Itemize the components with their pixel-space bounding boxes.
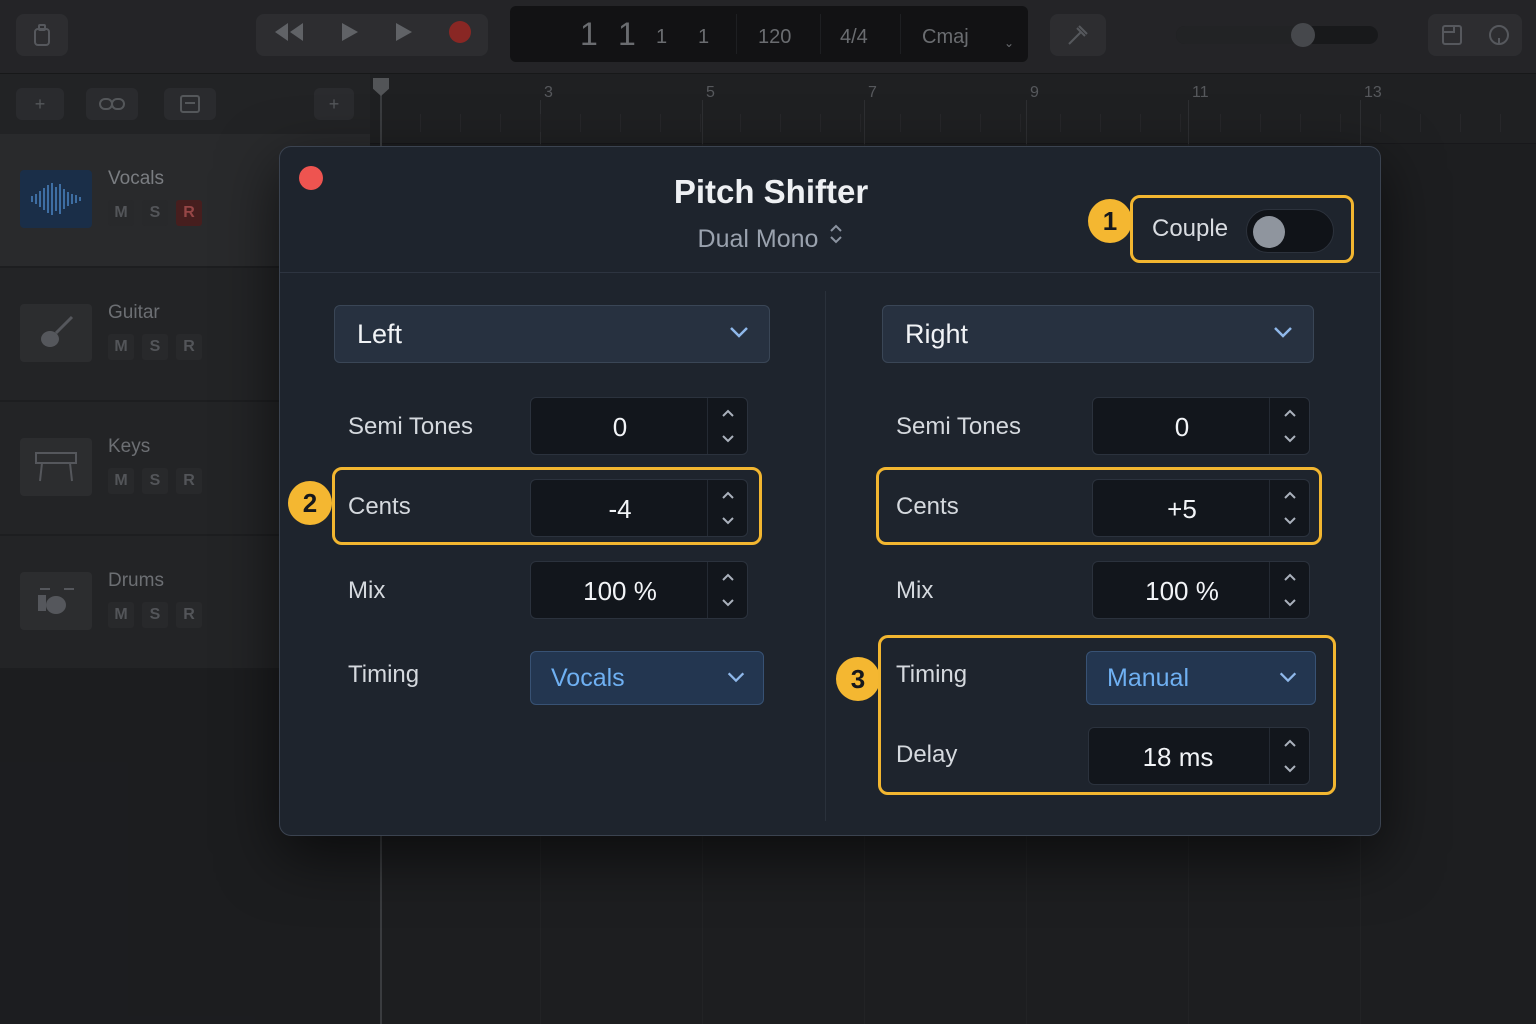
chevron-down-icon[interactable] [1282, 512, 1298, 528]
pitch-shifter-plugin-window: Pitch Shifter Dual Mono 1 Couple Left Se… [279, 146, 1381, 836]
mode-label: Dual Mono [697, 225, 819, 253]
chevron-down-icon[interactable] [720, 594, 736, 610]
chevron-up-icon[interactable] [1282, 570, 1298, 586]
updown-chevron-icon [828, 223, 844, 250]
chevron-up-icon[interactable] [720, 570, 736, 586]
callout-badge-1: 1 [1088, 199, 1132, 243]
left-mix-stepper[interactable]: 100 % [530, 561, 748, 619]
chevron-down-icon[interactable] [1282, 430, 1298, 446]
chevron-down-icon [730, 327, 748, 338]
left-cents-label: Cents [348, 493, 411, 520]
right-delay-value: 18 ms [1142, 742, 1214, 772]
left-timing-label: Timing [348, 661, 420, 688]
left-semi-tones-stepper[interactable]: 0 [530, 397, 748, 455]
right-channel-label: Right [905, 318, 969, 349]
right-cents-stepper[interactable]: +5 [1092, 479, 1310, 537]
chevron-up-icon[interactable] [1282, 736, 1298, 752]
chevron-up-icon[interactable] [1282, 406, 1298, 422]
left-channel-dropdown[interactable]: Left [334, 305, 770, 363]
chevron-down-icon[interactable] [720, 512, 736, 528]
toggle-knob [1253, 216, 1285, 248]
left-timing-dropdown[interactable]: Vocals [530, 651, 764, 705]
chevron-down-icon [1274, 327, 1292, 338]
right-delay-label: Delay [896, 741, 958, 768]
right-mix-stepper[interactable]: 100 % [1092, 561, 1310, 619]
chevron-down-icon[interactable] [720, 430, 736, 446]
stepper-arrows[interactable] [1269, 728, 1309, 784]
left-cents-value: -4 [608, 494, 632, 524]
stepper-arrows[interactable] [707, 398, 747, 454]
right-delay-stepper[interactable]: 18 ms [1088, 727, 1310, 785]
stepper-arrows[interactable] [707, 480, 747, 536]
stepper-arrows[interactable] [1269, 480, 1309, 536]
right-timing-value: Manual [1107, 663, 1189, 692]
right-mix-value: 100 % [1145, 576, 1219, 606]
right-timing-label: Timing [896, 661, 968, 688]
couple-label: Couple [1152, 215, 1229, 242]
chevron-down-icon[interactable] [1282, 760, 1298, 776]
right-semi-tones-label: Semi Tones [896, 413, 1021, 440]
left-mix-label: Mix [348, 577, 386, 604]
callout-badge-2: 2 [288, 481, 332, 525]
stepper-arrows[interactable] [1269, 398, 1309, 454]
left-cents-stepper[interactable]: -4 [530, 479, 748, 537]
column-divider [825, 291, 826, 821]
chevron-up-icon[interactable] [720, 406, 736, 422]
left-timing-value: Vocals [551, 663, 625, 692]
left-semi-tones-label: Semi Tones [348, 413, 473, 440]
couple-toggle[interactable] [1246, 209, 1334, 253]
left-channel-label: Left [357, 318, 403, 349]
right-cents-value: +5 [1167, 494, 1197, 524]
callout-badge-3: 3 [836, 657, 880, 701]
chevron-down-icon [1279, 672, 1297, 683]
right-semi-tones-value: 0 [1174, 412, 1190, 442]
left-mix-value: 100 % [583, 576, 657, 606]
plugin-header: Pitch Shifter Dual Mono 1 Couple [280, 147, 1380, 273]
right-channel-dropdown[interactable]: Right [882, 305, 1314, 363]
left-semi-tones-value: 0 [612, 412, 628, 442]
chevron-down-icon [727, 672, 745, 683]
chevron-up-icon[interactable] [720, 488, 736, 504]
chevron-up-icon[interactable] [1282, 488, 1298, 504]
right-mix-label: Mix [896, 577, 934, 604]
right-timing-dropdown[interactable]: Manual [1086, 651, 1316, 705]
stepper-arrows[interactable] [1269, 562, 1309, 618]
stepper-arrows[interactable] [707, 562, 747, 618]
right-semi-tones-stepper[interactable]: 0 [1092, 397, 1310, 455]
chevron-down-icon[interactable] [1282, 594, 1298, 610]
right-cents-label: Cents [896, 493, 959, 520]
